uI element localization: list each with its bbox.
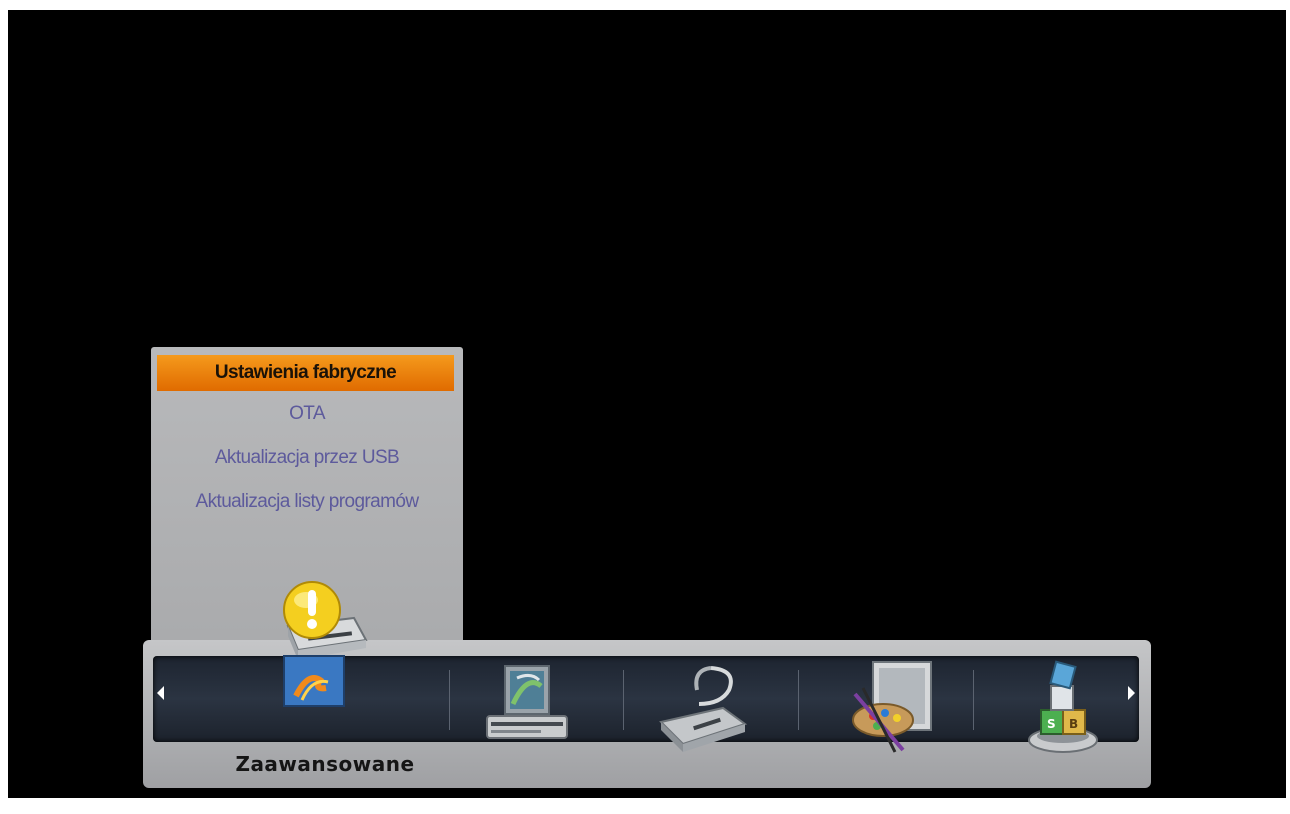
svg-text:B: B [1069, 717, 1078, 731]
installation-icon[interactable] [653, 660, 753, 756]
selected-menu-caption: Zaawansowane [235, 752, 415, 776]
tv-screen: Ustawienia fabryczne OTA Aktualizacja pr… [8, 10, 1286, 798]
scroll-left-arrow-icon[interactable] [157, 686, 164, 700]
submenu-item-ota[interactable]: OTA [151, 403, 463, 425]
image-settings-icon[interactable] [483, 664, 573, 754]
scroll-right-arrow-icon[interactable] [1128, 686, 1135, 700]
submenu-item-factory-settings[interactable]: Ustawienia fabryczne [157, 355, 454, 391]
svg-text:S: S [1047, 717, 1056, 731]
menu-divider [973, 670, 974, 730]
games-icon[interactable]: S B [1023, 658, 1103, 758]
menu-divider [449, 670, 450, 730]
menu-divider [798, 670, 799, 730]
advanced-warning-icon[interactable] [258, 580, 378, 710]
system-settings-icon[interactable] [843, 658, 938, 754]
submenu-item-channel-list-update[interactable]: Aktualizacja listy programów [151, 491, 463, 513]
menu-divider [623, 670, 624, 730]
submenu-item-usb-update[interactable]: Aktualizacja przez USB [151, 447, 463, 469]
